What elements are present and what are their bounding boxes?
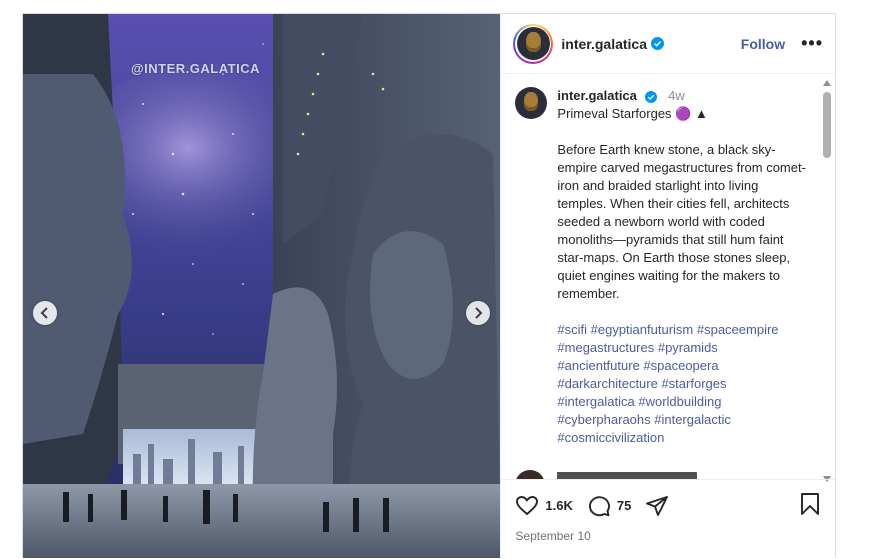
caption-scrollbar[interactable] — [822, 78, 832, 482]
share-icon — [646, 495, 669, 516]
scroll-thumb[interactable] — [823, 92, 831, 158]
scroll-up-arrow-icon[interactable] — [823, 80, 831, 86]
caption-scroll-area[interactable]: inter.galatica 4w Primeval Starforges 🟣 … — [501, 75, 835, 479]
caption-text: Before Earth knew stone, a black sky-emp… — [557, 142, 806, 301]
chevron-right-icon — [475, 307, 483, 319]
instagram-post: @INTER.GALATICA inter.galatica Follow ••… — [22, 13, 836, 559]
next-image-button[interactable] — [466, 301, 490, 325]
share-button[interactable] — [645, 494, 669, 518]
comment-avatar[interactable] — [515, 470, 546, 479]
like-count[interactable]: 1.6K — [545, 498, 572, 513]
header-username[interactable]: inter.galatica — [561, 36, 647, 52]
heart-icon — [516, 495, 539, 515]
verified-badge-icon — [644, 90, 657, 103]
caption: inter.galatica 4w Primeval Starforges 🟣 … — [501, 75, 835, 447]
follow-button[interactable]: Follow — [741, 36, 785, 52]
post-sidebar: inter.galatica Follow ••• inter.galatica… — [500, 14, 836, 559]
avatar-image — [516, 27, 550, 60]
more-options-icon[interactable]: ••• — [801, 33, 823, 54]
comment-count[interactable]: 75 — [617, 498, 631, 513]
caption-username[interactable]: inter.galatica — [557, 88, 636, 103]
comment-button[interactable]: 75 — [587, 494, 631, 518]
caption-body: inter.galatica 4w Primeval Starforges 🟣 … — [557, 87, 809, 447]
comment-username-partial — [557, 472, 698, 479]
post-date[interactable]: September 10 — [501, 519, 835, 543]
actions-bar: 1.6K 75 September 10 — [501, 479, 836, 559]
previous-image-button[interactable] — [33, 301, 57, 325]
verified-badge-icon — [651, 37, 664, 50]
caption-title: Primeval Starforges 🟣 ▲ — [557, 106, 708, 121]
image-watermark: @INTER.GALATICA — [131, 61, 260, 76]
save-button[interactable] — [799, 492, 821, 519]
caption-hashtags[interactable]: #scifi #egyptianfuturism #spaceempire #m… — [557, 321, 809, 447]
like-button[interactable]: 1.6K — [515, 494, 573, 518]
chevron-left-icon — [40, 307, 48, 319]
post-header: inter.galatica Follow ••• — [501, 14, 835, 74]
profile-avatar[interactable] — [513, 23, 554, 64]
post-image[interactable]: @INTER.GALATICA — [23, 14, 501, 558]
caption-avatar[interactable] — [515, 87, 548, 119]
comment-icon — [588, 495, 610, 516]
caption-timestamp[interactable]: 4w — [668, 88, 685, 103]
post-artwork — [23, 14, 501, 558]
bookmark-icon — [801, 493, 820, 515]
